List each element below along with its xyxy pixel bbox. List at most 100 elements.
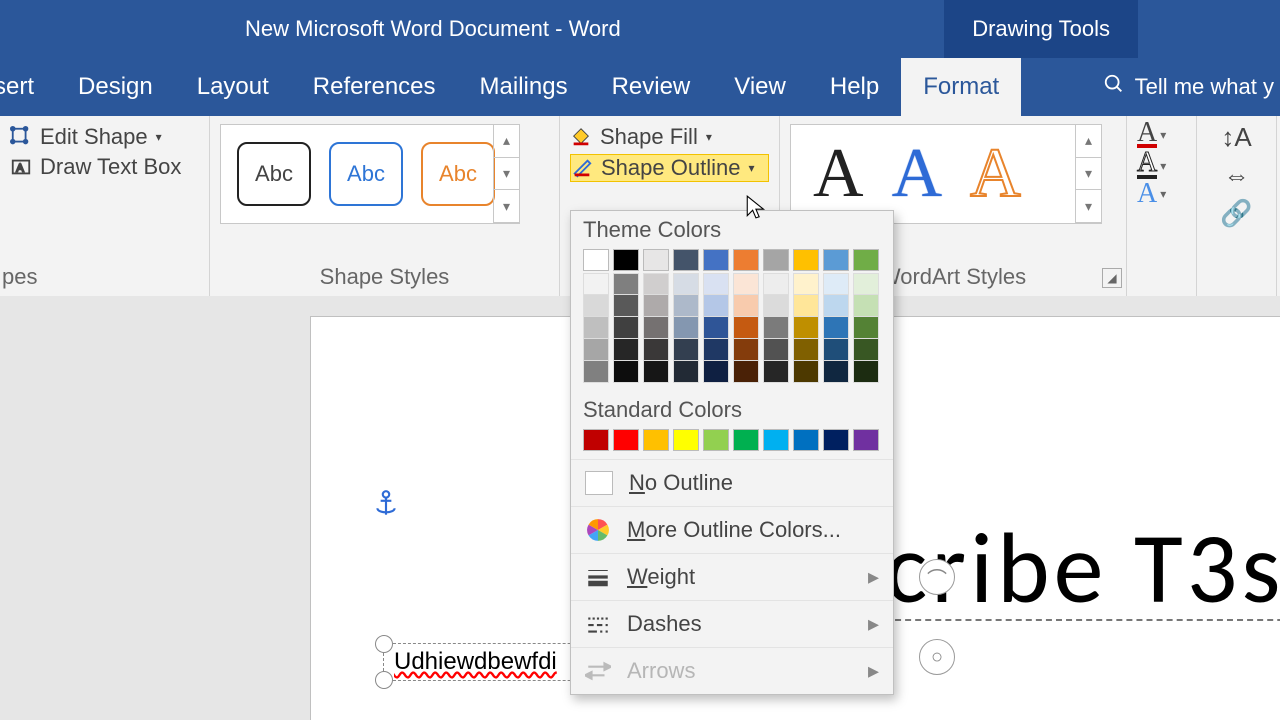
tab-references[interactable]: References [291, 58, 458, 116]
tab-insert[interactable]: sert [0, 58, 56, 116]
color-swatch[interactable] [763, 339, 789, 361]
color-swatch[interactable] [793, 295, 819, 317]
color-swatch[interactable] [583, 249, 609, 271]
color-swatch[interactable] [823, 429, 849, 451]
color-swatch[interactable] [703, 339, 729, 361]
color-swatch[interactable] [853, 339, 879, 361]
color-swatch[interactable] [643, 273, 669, 295]
text-direction-icon[interactable]: ↕A [1207, 118, 1266, 156]
color-swatch[interactable] [733, 361, 759, 383]
color-swatch[interactable] [823, 339, 849, 361]
color-swatch[interactable] [673, 273, 699, 295]
tab-review[interactable]: Review [590, 58, 713, 116]
color-swatch[interactable] [733, 273, 759, 295]
color-swatch[interactable] [613, 249, 639, 271]
tab-mailings[interactable]: Mailings [458, 58, 590, 116]
wordart-launcher-icon[interactable]: ◢ [1102, 268, 1122, 288]
no-outline-item[interactable]: No Outline [571, 459, 893, 506]
color-swatch[interactable] [793, 361, 819, 383]
wordart-gallery[interactable]: A A A ▴ ▾ ▾ [790, 124, 1102, 224]
tab-format[interactable]: Format [901, 58, 1021, 116]
color-swatch[interactable] [703, 273, 729, 295]
color-swatch[interactable] [763, 249, 789, 271]
wordart-style-2[interactable]: A [892, 139, 943, 209]
color-swatch[interactable] [853, 273, 879, 295]
color-swatch[interactable] [643, 429, 669, 451]
color-swatch[interactable] [643, 249, 669, 271]
color-swatch[interactable] [793, 317, 819, 339]
color-swatch[interactable] [583, 295, 609, 317]
color-swatch[interactable] [823, 361, 849, 383]
color-swatch[interactable] [583, 273, 609, 295]
more-outline-colors-item[interactable]: More Outline Colors... [571, 506, 893, 553]
gallery-down-icon[interactable]: ▾ [1075, 158, 1101, 191]
color-swatch[interactable] [763, 295, 789, 317]
color-swatch[interactable] [703, 361, 729, 383]
color-swatch[interactable] [673, 361, 699, 383]
color-swatch[interactable] [793, 429, 819, 451]
layout-options-icon[interactable]: ⌒ [919, 559, 955, 595]
color-swatch[interactable] [763, 361, 789, 383]
color-swatch[interactable] [583, 429, 609, 451]
align-text-icon[interactable]: ⇔ [1207, 156, 1266, 194]
color-swatch[interactable] [703, 249, 729, 271]
color-swatch[interactable] [763, 273, 789, 295]
shape-style-gallery[interactable]: Abc Abc Abc ▴ ▾ ▾ [220, 124, 520, 224]
color-swatch[interactable] [583, 361, 609, 383]
color-swatch[interactable] [643, 339, 669, 361]
color-swatch[interactable] [613, 361, 639, 383]
text-effects-button[interactable]: A▾ [1137, 183, 1186, 205]
text-outline-button[interactable]: A▾ [1137, 152, 1186, 178]
color-swatch[interactable] [793, 249, 819, 271]
color-swatch[interactable] [613, 317, 639, 339]
color-swatch[interactable] [643, 295, 669, 317]
color-swatch[interactable] [853, 429, 879, 451]
color-swatch[interactable] [853, 295, 879, 317]
color-swatch[interactable] [703, 295, 729, 317]
color-swatch[interactable] [733, 429, 759, 451]
color-swatch[interactable] [613, 429, 639, 451]
color-swatch[interactable] [793, 339, 819, 361]
resize-handle[interactable] [375, 635, 393, 653]
color-swatch[interactable] [673, 317, 699, 339]
color-swatch[interactable] [853, 249, 879, 271]
color-swatch[interactable] [763, 429, 789, 451]
color-swatch[interactable] [673, 339, 699, 361]
gallery-more-icon[interactable]: ▾ [1075, 190, 1101, 223]
color-swatch[interactable] [613, 295, 639, 317]
weight-item[interactable]: Weight ▸ [571, 553, 893, 600]
color-swatch[interactable] [643, 361, 669, 383]
edit-shape-button[interactable]: Edit Shape ▾ [10, 124, 199, 150]
color-swatch[interactable] [673, 429, 699, 451]
gallery-up-icon[interactable]: ▴ [493, 125, 519, 158]
tell-me-search[interactable]: Tell me what y [1085, 58, 1280, 116]
color-swatch[interactable] [733, 249, 759, 271]
wordart-style-1[interactable]: A [813, 139, 864, 209]
tab-help[interactable]: Help [808, 58, 901, 116]
shape-style-3[interactable]: Abc [421, 142, 495, 206]
color-swatch[interactable] [823, 249, 849, 271]
color-swatch[interactable] [733, 295, 759, 317]
gallery-more-icon[interactable]: ▾ [493, 190, 519, 223]
shape-outline-button[interactable]: Shape Outline ▾ [570, 154, 769, 182]
color-swatch[interactable] [823, 295, 849, 317]
color-swatch[interactable] [823, 317, 849, 339]
resize-handle[interactable] [375, 671, 393, 689]
color-swatch[interactable] [583, 339, 609, 361]
color-swatch[interactable] [703, 429, 729, 451]
color-swatch[interactable] [673, 249, 699, 271]
selection-handle[interactable]: ○ [919, 639, 955, 675]
create-link-icon[interactable]: 🔗 [1207, 194, 1266, 232]
color-swatch[interactable] [643, 317, 669, 339]
color-swatch[interactable] [613, 273, 639, 295]
wordart-style-3[interactable]: A [970, 139, 1021, 209]
gallery-down-icon[interactable]: ▾ [493, 158, 519, 191]
text-fill-button[interactable]: A▾ [1137, 122, 1186, 148]
color-swatch[interactable] [613, 339, 639, 361]
tab-design[interactable]: Design [56, 58, 175, 116]
color-swatch[interactable] [583, 317, 609, 339]
color-swatch[interactable] [853, 317, 879, 339]
color-swatch[interactable] [823, 273, 849, 295]
color-swatch[interactable] [763, 317, 789, 339]
tab-layout[interactable]: Layout [175, 58, 291, 116]
